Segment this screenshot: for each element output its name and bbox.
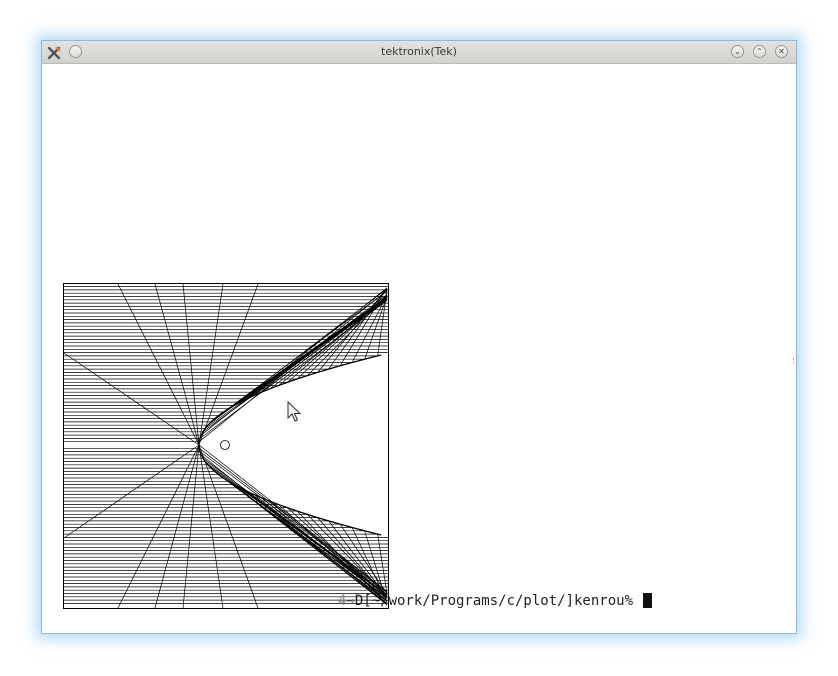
prompt-text: D[~/work/Programs/c/plot/]kenrou% (355, 593, 633, 609)
plot-canvas (63, 283, 389, 609)
mouse-pointer-icon (287, 401, 303, 425)
close-button[interactable]: ✕ (775, 45, 788, 58)
minimize-button[interactable]: ⌄ (731, 45, 744, 58)
resize-grip[interactable] (793, 358, 796, 364)
maximize-button[interactable]: ⌃ (753, 45, 766, 58)
terminal-canvas[interactable]: 4→D[~/work/Programs/c/plot/]kenrou% (42, 64, 796, 633)
title-bar[interactable]: tektronix(Tek) ⌄ ⌃ ✕ (42, 41, 796, 64)
text-cursor (643, 593, 652, 608)
shell-prompt: 4→D[~/work/Programs/c/plot/]kenrou% (338, 593, 652, 609)
window-title: tektronix(Tek) (42, 45, 796, 58)
prompt-prefix: 4→ (338, 593, 355, 609)
tektronix-window: tektronix(Tek) ⌄ ⌃ ✕ 4→D[~/work/Programs… (41, 40, 797, 634)
focus-marker (221, 441, 230, 450)
